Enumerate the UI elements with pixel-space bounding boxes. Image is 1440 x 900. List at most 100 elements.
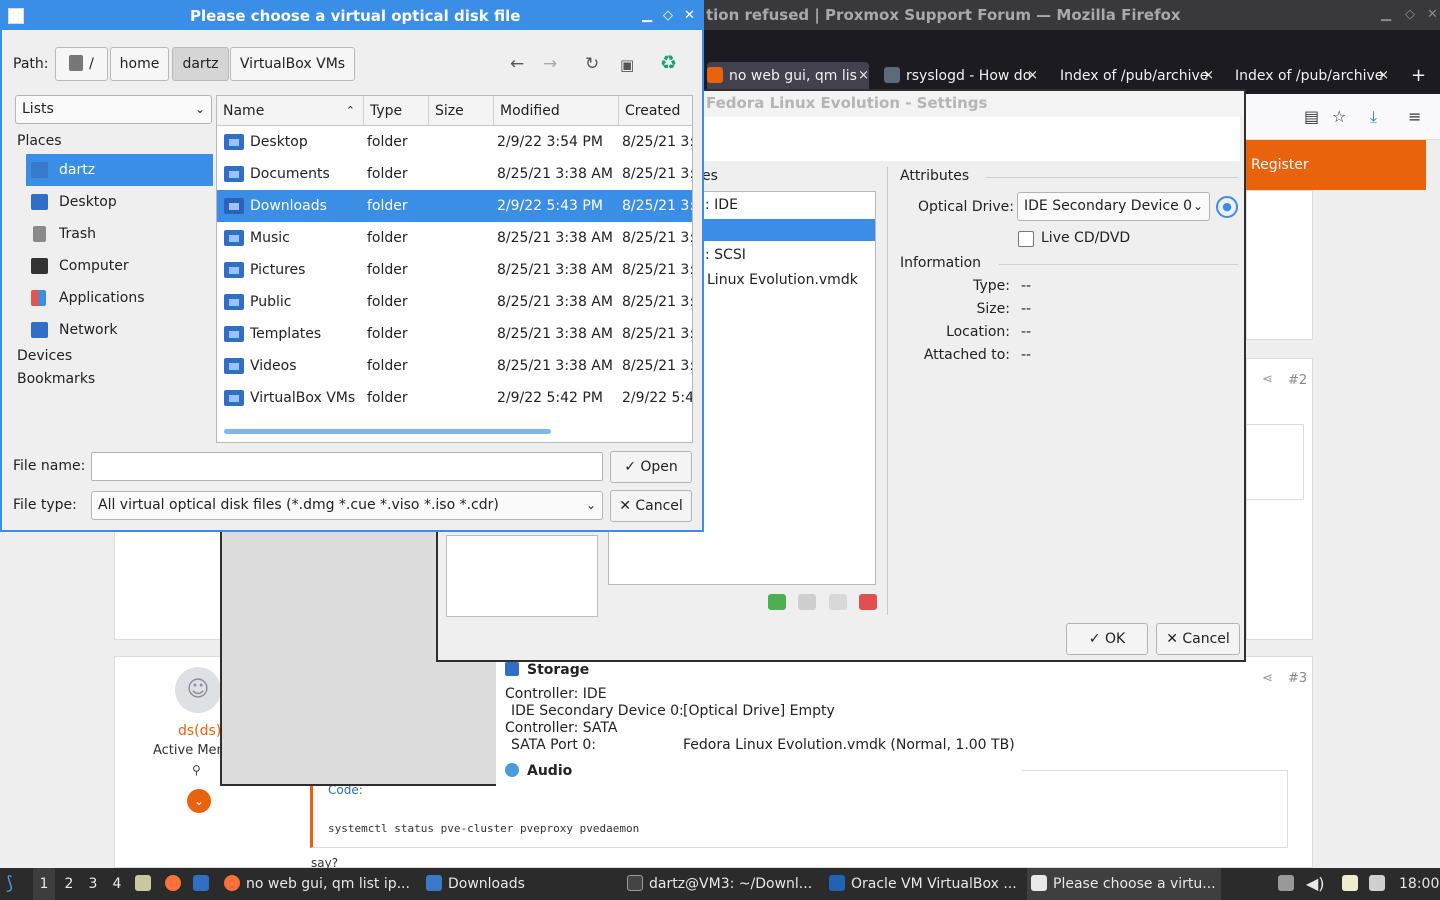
file-type-select[interactable]: All virtual optical disk files (*.dmg *.… — [91, 491, 603, 520]
close-icon[interactable]: ✕ — [1427, 0, 1438, 30]
column-header-name[interactable]: Name ⌃ — [217, 96, 364, 126]
file-row[interactable]: Public folder 8/25/21 3:38 AM 8/25/21 3: — [217, 286, 692, 318]
file-chooser-title: Please choose a virtual optical disk fil… — [190, 7, 521, 25]
computer-icon — [31, 258, 48, 274]
open-button[interactable]: ✓ Open — [610, 451, 692, 483]
bookmark-star-icon[interactable]: ☆ — [1332, 107, 1346, 126]
places-heading[interactable]: Places — [17, 133, 62, 149]
firefox-tab[interactable]: Index of /pub/archive × — [1060, 62, 1214, 90]
clock[interactable]: 18:00 — [1399, 868, 1439, 900]
minimize-icon[interactable]: ▁ — [1381, 0, 1391, 30]
tab-close-icon[interactable]: × — [1378, 62, 1389, 90]
downloads-icon[interactable]: ⤓ — [1370, 107, 1377, 127]
tray-keyboard-icon[interactable] — [1278, 868, 1296, 900]
add-attachment-icon[interactable] — [768, 594, 786, 610]
devices-heading[interactable]: Devices — [17, 348, 72, 364]
place-network[interactable]: Network — [26, 314, 213, 346]
avatar[interactable]: ☺ — [175, 667, 221, 713]
tray-network-icon[interactable] — [1369, 868, 1391, 900]
tray-clipboard-icon[interactable] — [1342, 868, 1362, 900]
forward-arrow-icon[interactable]: → — [543, 54, 557, 74]
volume-icon[interactable]: ◀) — [1306, 868, 1326, 900]
firefox-tab[interactable]: no web gui, qm lis × — [707, 62, 869, 90]
firefox-tab[interactable]: rsyslogd - How do × — [884, 62, 1038, 90]
task-terminal[interactable]: dartz@VM3: ~/Downl... — [627, 868, 819, 900]
minimize-icon[interactable]: ▁ — [642, 2, 652, 30]
register-button[interactable]: Register — [1246, 140, 1426, 190]
place-computer[interactable]: Computer — [26, 250, 213, 282]
recycle-icon[interactable]: ♻ — [660, 52, 677, 74]
forum-quote — [1246, 424, 1304, 500]
back-arrow-icon[interactable]: ← — [510, 54, 524, 74]
file-row[interactable]: Pictures folder 8/25/21 3:38 AM 8/25/21 … — [217, 254, 692, 286]
task-virtualbox[interactable]: Oracle VM VirtualBox ... — [829, 868, 1021, 900]
close-icon[interactable]: ✕ — [684, 2, 695, 30]
refresh-icon[interactable]: ↻ — [585, 54, 599, 74]
task-file-chooser[interactable]: Please choose a virtu... — [1027, 868, 1221, 900]
reader-view-icon[interactable]: ▤ — [1304, 107, 1319, 126]
expand-chevron-icon[interactable]: ⌄ — [187, 789, 211, 813]
live-cd-checkbox[interactable] — [1018, 231, 1034, 247]
file-name-input[interactable] — [91, 452, 603, 481]
firefox-tab[interactable]: Index of /pub/archive × — [1235, 62, 1389, 90]
show-desktop-icon[interactable] — [193, 868, 213, 900]
live-cd-label[interactable]: Live CD/DVD — [1041, 230, 1130, 246]
place-trash[interactable]: Trash — [26, 218, 213, 250]
file-row[interactable]: Documents folder 8/25/21 3:38 AM 8/25/21… — [217, 158, 692, 190]
workspace-1[interactable]: 1 — [33, 868, 55, 900]
share-icon[interactable]: ⋖ — [1262, 671, 1273, 686]
post-number[interactable]: #2 — [1288, 373, 1307, 388]
add-controller-icon[interactable] — [828, 594, 847, 610]
column-header-size[interactable]: Size — [429, 96, 494, 126]
cancel-button[interactable]: ✕ Cancel — [610, 490, 692, 522]
file-row-selected[interactable]: Downloads folder 2/9/22 5:43 PM 8/25/21 … — [217, 190, 692, 222]
workspace-3[interactable]: 3 — [82, 868, 104, 900]
cancel-button[interactable]: ✕ Cancel — [1156, 623, 1240, 655]
workspace-2[interactable]: 2 — [58, 868, 80, 900]
task-downloads[interactable]: Downloads — [426, 868, 618, 900]
tab-close-icon[interactable]: × — [858, 62, 869, 90]
task-firefox[interactable]: no web gui, qm list ip... — [224, 868, 418, 900]
breadcrumb-virtualbox-vms[interactable]: VirtualBox VMs — [230, 47, 355, 81]
column-header-modified[interactable]: Modified — [494, 96, 619, 126]
place-applications[interactable]: Applications — [26, 282, 213, 314]
place-desktop[interactable]: Desktop — [26, 186, 213, 218]
file-row[interactable]: Templates folder 8/25/21 3:38 AM 8/25/21… — [217, 318, 692, 350]
file-manager-launcher-icon[interactable] — [135, 868, 155, 900]
new-tab-button[interactable]: + — [1411, 62, 1431, 90]
proxmox-icon — [707, 67, 723, 83]
optical-drive-select[interactable]: IDE Secondary Device 0 ⌄ — [1017, 192, 1210, 221]
horizontal-scrollbar[interactable] — [224, 429, 551, 434]
tab-close-icon[interactable]: × — [1203, 62, 1214, 90]
place-dartz[interactable]: dartz — [26, 154, 213, 186]
storage-heading[interactable]: Storage — [505, 662, 589, 678]
maximize-icon[interactable]: ◇ — [663, 2, 673, 30]
start-menu-icon[interactable]: ⟆ — [6, 868, 28, 900]
menu-icon[interactable]: ≡ — [1408, 107, 1421, 126]
tab-close-icon[interactable]: × — [1027, 62, 1038, 90]
bookmarks-heading[interactable]: Bookmarks — [17, 371, 95, 387]
share-icon[interactable]: ⋖ — [1262, 372, 1273, 387]
audio-heading[interactable]: Audio — [505, 763, 572, 779]
remove-controller-icon[interactable] — [859, 594, 878, 610]
post-author-name[interactable]: ds(ds) — [178, 723, 221, 739]
file-row[interactable]: Videos folder 8/25/21 3:38 AM 8/25/21 3: — [217, 350, 692, 382]
column-header-created[interactable]: Created — [619, 96, 692, 126]
workspace-4[interactable]: 4 — [106, 868, 128, 900]
file-row[interactable]: Desktop folder 2/9/22 3:54 PM 8/25/21 3: — [217, 126, 692, 158]
remove-attachment-icon[interactable] — [798, 594, 817, 610]
new-folder-icon[interactable]: ▣ — [620, 56, 634, 74]
breadcrumb-root[interactable]: / — [55, 47, 108, 81]
breadcrumb-dartz[interactable]: dartz — [172, 47, 229, 81]
choose-disk-icon[interactable]: ● — [1216, 196, 1238, 218]
post-number[interactable]: #3 — [1288, 671, 1307, 686]
maximize-icon[interactable]: ◇ — [1405, 0, 1415, 30]
ok-button[interactable]: ✓ OK — [1066, 623, 1148, 655]
view-mode-select[interactable]: Lists ⌄ — [15, 95, 212, 124]
file-row[interactable]: Music folder 8/25/21 3:38 AM 8/25/21 3: — [217, 222, 692, 254]
column-header-type[interactable]: Type — [364, 96, 429, 126]
file-row[interactable]: VirtualBox VMs folder 2/9/22 5:42 PM 2/9… — [217, 382, 692, 414]
firefox-launcher-icon[interactable] — [165, 868, 185, 900]
breadcrumb-home[interactable]: home — [110, 47, 169, 81]
window-menu-icon[interactable] — [8, 8, 24, 24]
